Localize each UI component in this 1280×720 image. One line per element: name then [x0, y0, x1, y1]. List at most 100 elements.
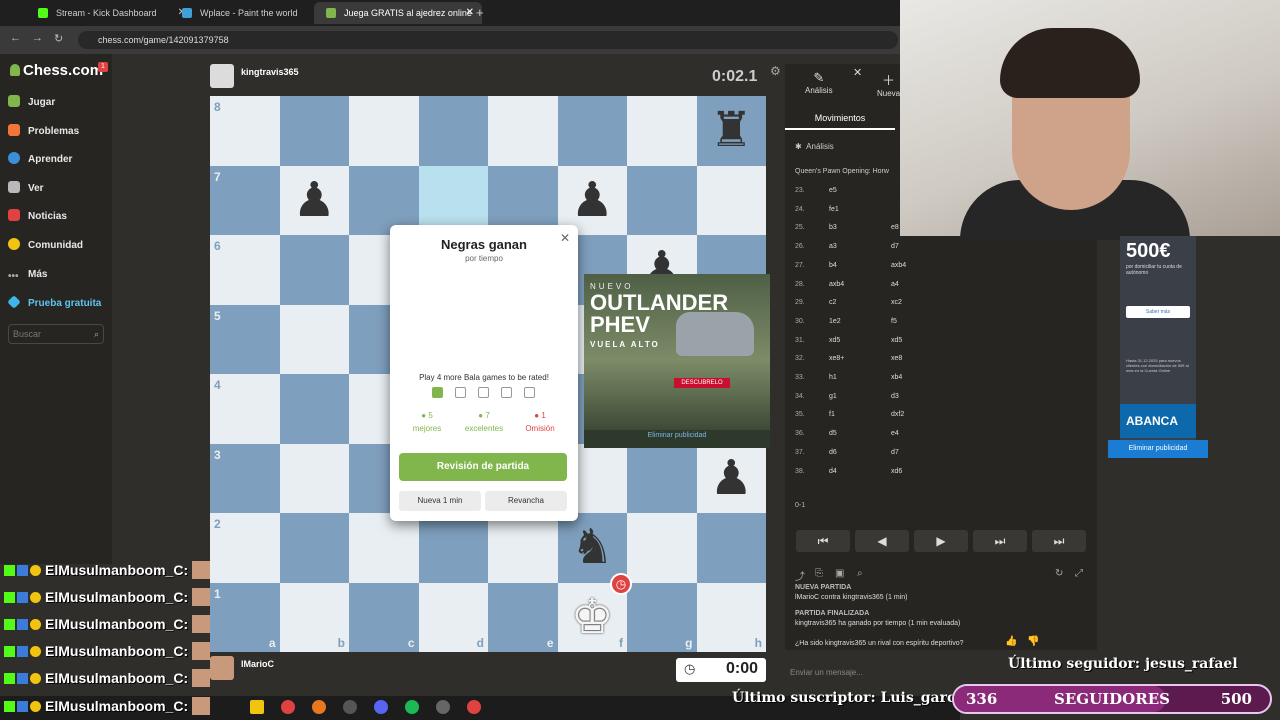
- white-move[interactable]: d6: [829, 444, 837, 462]
- piece-f2[interactable]: ♞: [558, 513, 628, 583]
- firefox-icon[interactable]: [312, 700, 326, 714]
- move-row[interactable]: 33. h1 xb4: [795, 369, 1085, 387]
- square-a8[interactable]: 8: [210, 96, 280, 166]
- black-move[interactable]: d3: [891, 388, 899, 406]
- white-move[interactable]: g1: [829, 388, 837, 406]
- first-move-button[interactable]: ⏮: [796, 530, 850, 552]
- move-row[interactable]: 26. a3 d7: [795, 238, 1085, 256]
- prev-move-button[interactable]: ◀: [855, 530, 909, 552]
- chrome-icon[interactable]: [281, 700, 295, 714]
- play-button[interactable]: ▶: [914, 530, 968, 552]
- square-h7[interactable]: [696, 165, 766, 235]
- black-move[interactable]: xb4: [891, 369, 902, 387]
- square-b3[interactable]: [279, 443, 349, 513]
- square-a5[interactable]: 5: [210, 304, 280, 374]
- black-move[interactable]: a4: [891, 276, 899, 294]
- white-move[interactable]: axb4: [829, 276, 844, 294]
- square-g2[interactable]: [627, 513, 697, 583]
- white-move[interactable]: b4: [829, 257, 837, 275]
- square-a6[interactable]: 6: [210, 235, 280, 305]
- square-h8[interactable]: ♜: [696, 96, 767, 166]
- black-move[interactable]: f5: [891, 313, 897, 331]
- explorer-icon[interactable]: ⎘: [815, 568, 823, 579]
- black-move[interactable]: e8: [891, 219, 899, 237]
- sidebar-item-comunidad[interactable]: Comunidad: [8, 236, 83, 256]
- outlander-ad[interactable]: NUEVO OUTLANDER PHEV VUELA ALTO DESCUBREL…: [584, 274, 770, 448]
- white-move[interactable]: d4: [829, 463, 837, 481]
- tab-nueva[interactable]: ＋ Nueva: [877, 70, 900, 98]
- square-h1[interactable]: h: [696, 582, 766, 652]
- black-move[interactable]: e4: [891, 425, 899, 443]
- square-e2[interactable]: [488, 513, 558, 583]
- back-icon[interactable]: ←: [10, 32, 21, 44]
- square-e8[interactable]: [488, 96, 558, 166]
- move-row[interactable]: 38. d4 xd6: [795, 463, 1085, 481]
- square-b5[interactable]: [279, 304, 349, 374]
- thumbs-down-icon[interactable]: 👎: [1027, 636, 1039, 647]
- chat-input[interactable]: Enviar un mensaje...: [786, 664, 1000, 682]
- white-move[interactable]: e5: [829, 182, 837, 200]
- black-move[interactable]: d7: [891, 238, 899, 256]
- piece-h3[interactable]: ♟: [697, 444, 767, 514]
- new-tab-button[interactable]: +: [476, 5, 484, 20]
- share-icon[interactable]: ⤴: [795, 568, 805, 583]
- square-a4[interactable]: 4: [210, 374, 280, 444]
- square-a3[interactable]: 3: [210, 443, 280, 513]
- reload-icon[interactable]: ↻: [54, 32, 63, 45]
- search-icon[interactable]: ⌕: [94, 325, 99, 343]
- move-row[interactable]: 29. c2 xc2: [795, 294, 1085, 312]
- square-h3[interactable]: ♟: [696, 443, 767, 514]
- square-g8[interactable]: [627, 96, 697, 166]
- square-g1[interactable]: g: [627, 582, 697, 652]
- file-explorer-icon[interactable]: [250, 700, 264, 714]
- browser-tab-wplace[interactable]: Wplace - Paint the world ✕: [170, 2, 338, 24]
- notification-badge[interactable]: 1: [98, 62, 108, 72]
- move-row[interactable]: 31. xd5 xd5: [795, 332, 1085, 350]
- move-row[interactable]: 34. g1 d3: [795, 388, 1085, 406]
- sidebar-item-jugar[interactable]: Jugar: [8, 93, 55, 113]
- square-g7[interactable]: [627, 165, 697, 235]
- square-b4[interactable]: [279, 374, 349, 444]
- image-icon[interactable]: ▣: [835, 568, 844, 579]
- browser-tab-kick[interactable]: Stream - Kick Dashboard ✕: [26, 2, 194, 24]
- tab-movimientos[interactable]: Movimientos: [785, 106, 895, 130]
- settings-gear-icon[interactable]: ⚙: [770, 64, 781, 78]
- white-move[interactable]: d5: [829, 425, 837, 443]
- square-a7[interactable]: 7: [210, 165, 280, 235]
- square-c2[interactable]: [349, 513, 419, 583]
- sidebar-item-mas[interactable]: ••• Más: [8, 265, 47, 285]
- obs-icon[interactable]: [343, 700, 357, 714]
- square-f8[interactable]: [557, 96, 627, 166]
- square-b2[interactable]: [279, 513, 349, 583]
- remove-ad-button[interactable]: Eliminar publicidad: [1108, 440, 1208, 458]
- square-g3[interactable]: [627, 443, 697, 513]
- square-b7[interactable]: ♟: [279, 165, 349, 235]
- flip-icon[interactable]: ↻: [1055, 568, 1063, 579]
- game-review-button[interactable]: Revisión de partida: [399, 453, 567, 481]
- sidebar-item-ver[interactable]: Ver: [8, 179, 44, 199]
- site-search-input[interactable]: Buscar ⌕: [8, 324, 104, 344]
- last-move-button[interactable]: ⏭: [1032, 530, 1086, 552]
- move-row[interactable]: 36. d5 e4: [795, 425, 1085, 443]
- square-f2[interactable]: ♞: [557, 513, 628, 583]
- white-move[interactable]: f1: [829, 406, 835, 424]
- saber-mas-button[interactable]: Saber más: [1126, 306, 1190, 318]
- white-move[interactable]: c2: [829, 294, 836, 312]
- sidebar-item-prueba-gratuita[interactable]: Prueba gratuita: [7, 294, 101, 314]
- url-field[interactable]: chess.com/game/142091379758: [78, 31, 898, 49]
- square-d1[interactable]: d: [418, 582, 488, 652]
- chesscom-logo[interactable]: Chess.com: [10, 62, 103, 79]
- move-row[interactable]: 30. 1e2 f5: [795, 313, 1085, 331]
- square-b8[interactable]: [279, 96, 349, 166]
- white-move[interactable]: xd5: [829, 332, 840, 350]
- bottom-player-name[interactable]: lMarioC: [241, 659, 274, 669]
- black-move[interactable]: axb4: [891, 257, 906, 275]
- move-row[interactable]: 35. f1 dxf2: [795, 406, 1085, 424]
- move-row[interactable]: 28. axb4 a4: [795, 276, 1085, 294]
- black-move[interactable]: d7: [891, 444, 899, 462]
- top-player-avatar[interactable]: [210, 64, 234, 88]
- discord-icon[interactable]: [374, 700, 388, 714]
- next-move-button[interactable]: ⏭: [973, 530, 1027, 552]
- black-move[interactable]: xd6: [891, 463, 902, 481]
- piece-h8[interactable]: ♜: [697, 96, 767, 166]
